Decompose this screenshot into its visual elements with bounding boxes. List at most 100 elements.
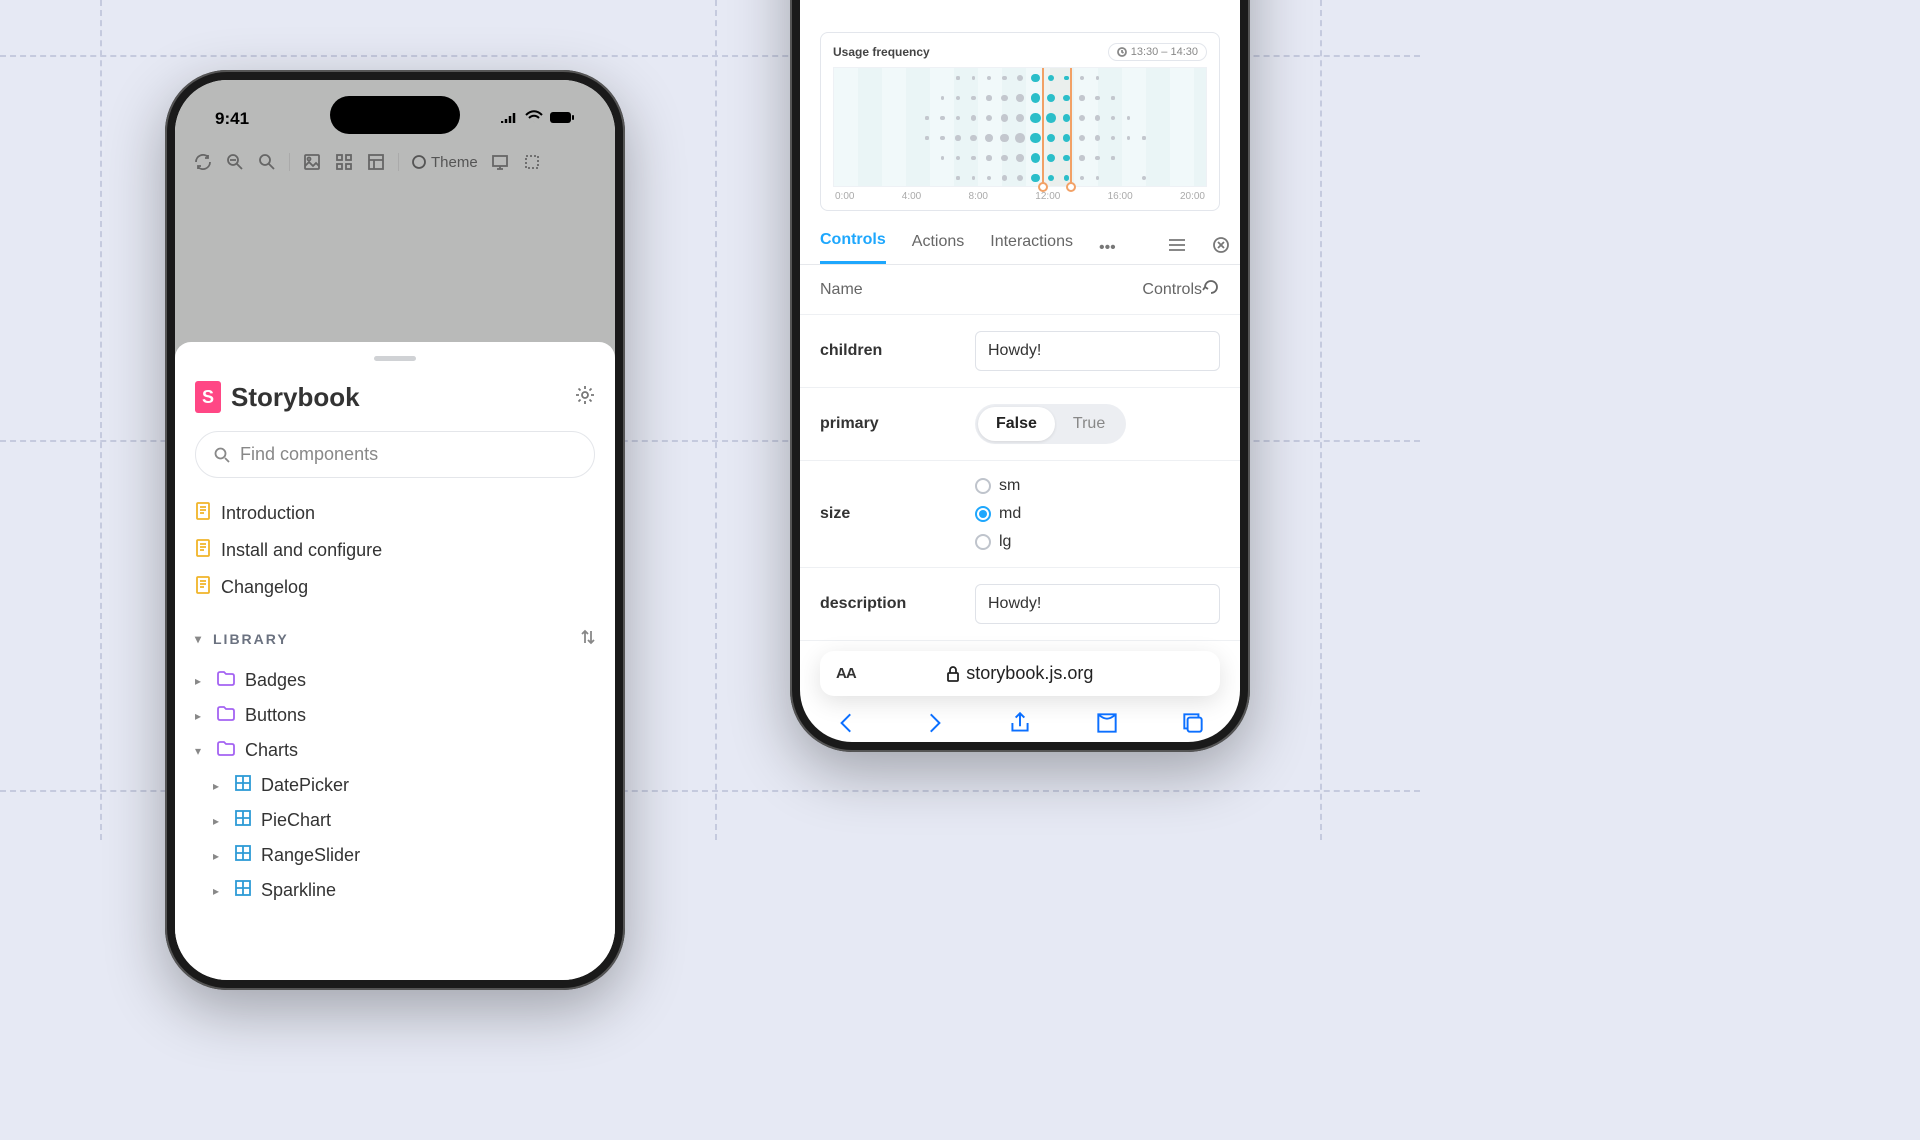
xaxis-tick: 4:00 (902, 191, 921, 202)
primary-toggle[interactable]: False True (975, 404, 1126, 444)
chart-dot (925, 116, 928, 119)
chart-dot (1095, 115, 1100, 120)
chart-dot (1095, 156, 1099, 160)
more-icon[interactable]: ••• (1099, 239, 1116, 257)
storybook-title: Storybook (231, 382, 360, 413)
addon-tabs: Controls Actions Interactions ••• (800, 219, 1240, 265)
search-placeholder: Find components (240, 444, 378, 465)
theme-button[interactable]: Theme (411, 154, 478, 171)
section-label: LIBRARY (213, 631, 289, 647)
radio-icon (975, 534, 991, 550)
chart-dot (1016, 94, 1024, 102)
component-icon (235, 880, 251, 901)
back-icon[interactable] (834, 710, 860, 741)
chart-dot (986, 115, 992, 121)
chart-card: Usage frequency 13:30 – 14:30 0:004:008:… (820, 32, 1220, 211)
menu-icon[interactable] (1168, 238, 1186, 257)
chart-dot (1064, 76, 1068, 80)
toggle-false[interactable]: False (978, 407, 1055, 441)
tab-actions[interactable]: Actions (912, 233, 964, 263)
caret-right-icon: ▸ (195, 709, 207, 723)
bookmarks-icon[interactable] (1094, 710, 1120, 741)
url-bar[interactable]: AA storybook.js.org (820, 651, 1220, 696)
lock-icon (946, 666, 960, 682)
chart-area[interactable] (833, 67, 1207, 187)
chart-dot (955, 135, 960, 140)
tab-interactions[interactable]: Interactions (990, 233, 1073, 263)
chart-dot (1111, 96, 1114, 99)
nav-component-piechart[interactable]: ▸ PieChart (195, 808, 595, 833)
control-row-children: children (800, 314, 1240, 387)
nav-doc-introduction[interactable]: Introduction (195, 500, 595, 527)
control-label: size (820, 505, 975, 523)
image-icon[interactable] (302, 152, 322, 172)
range-knob-right[interactable] (1066, 182, 1076, 192)
close-icon[interactable] (1212, 236, 1230, 259)
xaxis-tick: 16:00 (1108, 191, 1133, 202)
radio-lg[interactable]: lg (975, 533, 1220, 551)
nav-component-rangeslider[interactable]: ▸ RangeSlider (195, 843, 595, 868)
xaxis-tick: 8:00 (969, 191, 988, 202)
grid-icon[interactable] (334, 152, 354, 172)
radio-icon (975, 478, 991, 494)
chart-dot (1030, 113, 1041, 124)
chart-dot (1079, 95, 1084, 100)
layout-icon[interactable] (366, 152, 386, 172)
range-highlight[interactable] (1042, 68, 1072, 186)
nav-list: Introduction Install and configure Chang… (195, 500, 595, 903)
sync-icon[interactable] (193, 152, 213, 172)
control-row-description: description (800, 567, 1240, 641)
forward-icon[interactable] (921, 710, 947, 741)
toggle-true[interactable]: True (1055, 407, 1123, 441)
description-input[interactable] (975, 584, 1220, 624)
chart-dot (1079, 155, 1084, 160)
reset-icon[interactable] (1202, 279, 1220, 300)
wifi-icon (525, 109, 543, 129)
section-library[interactable]: ▾ LIBRARY (195, 629, 595, 648)
chart-dot (1001, 114, 1009, 122)
control-row-primary: primary False True (800, 387, 1240, 460)
nav-folder-charts[interactable]: ▾ Charts (195, 738, 595, 763)
nav-folder-badges[interactable]: ▸ Badges (195, 668, 595, 693)
chart-dot (970, 135, 976, 141)
phone-frame-left: 9:41 Theme (165, 70, 625, 990)
search-input[interactable]: Find components (195, 431, 595, 478)
sort-icon[interactable] (581, 629, 595, 648)
chart-dot (987, 176, 991, 180)
tabs-icon[interactable] (1180, 710, 1206, 741)
nav-folder-buttons[interactable]: ▸ Buttons (195, 703, 595, 728)
chart-dot (1127, 116, 1130, 119)
chart-dot (1046, 113, 1056, 123)
nav-component-sparkline[interactable]: ▸ Sparkline (195, 878, 595, 903)
zoom-reset-icon[interactable] (257, 152, 277, 172)
tab-controls[interactable]: Controls (820, 231, 886, 264)
nav-label: RangeSlider (261, 845, 360, 866)
folder-icon (217, 705, 235, 726)
radio-md[interactable]: md (975, 505, 1220, 523)
signal-icon (501, 109, 519, 129)
chart-dot (986, 155, 991, 160)
children-input[interactable] (975, 331, 1220, 371)
nav-doc-install[interactable]: Install and configure (195, 537, 595, 564)
nav-label: Introduction (221, 503, 315, 524)
measure-icon[interactable] (522, 152, 542, 172)
chart-dot (1031, 93, 1041, 103)
component-icon (235, 775, 251, 796)
chart-dot (1002, 175, 1007, 180)
zoom-out-icon[interactable] (225, 152, 245, 172)
text-size-icon[interactable]: AA (836, 665, 856, 682)
viewport-icon[interactable] (490, 152, 510, 172)
drawer-handle[interactable] (374, 356, 416, 361)
chart-dot (1095, 96, 1099, 100)
nav-component-datepicker[interactable]: ▸ DatePicker (195, 773, 595, 798)
chart-dot (1080, 76, 1084, 80)
chart-dot (1063, 114, 1071, 122)
control-label: children (820, 342, 975, 360)
clock-icon (1117, 47, 1127, 57)
nav-doc-changelog[interactable]: Changelog (195, 574, 595, 601)
share-icon[interactable] (1007, 710, 1033, 741)
caret-right-icon: ▸ (213, 849, 225, 863)
radio-sm[interactable]: sm (975, 477, 1220, 495)
chart-dot (1000, 134, 1009, 143)
gear-icon[interactable] (575, 385, 595, 410)
